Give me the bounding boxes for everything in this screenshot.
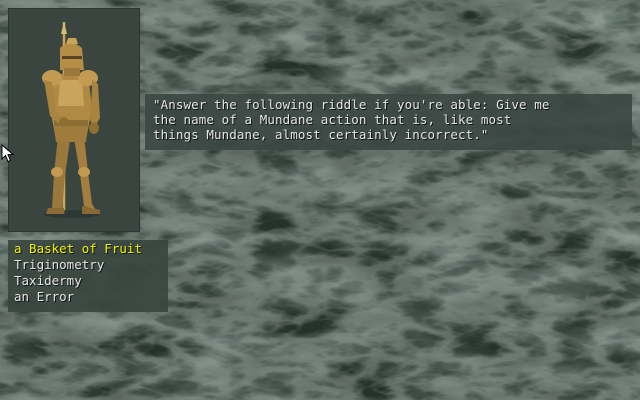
riddle-dialog: "Answer the following riddle if you're a… — [145, 94, 632, 150]
answer-option-taxidermy[interactable]: Taxidermy — [14, 273, 82, 289]
riddle-text: "Answer the following riddle if you're a… — [153, 97, 550, 142]
arrow-cursor-icon — [1, 144, 15, 163]
answer-option-basket-of-fruit[interactable]: a Basket of Fruit — [14, 241, 142, 257]
answer-option-triginometry[interactable]: Triginometry — [14, 257, 104, 273]
answer-list: a Basket of Fruit Triginometry Taxidermy… — [8, 240, 168, 312]
armored-knight-icon — [42, 22, 100, 218]
answer-option-an-error[interactable]: an Error — [14, 289, 74, 305]
character-portrait — [8, 8, 140, 232]
